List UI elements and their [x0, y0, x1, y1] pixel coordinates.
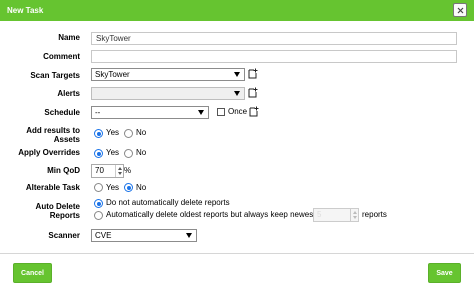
min-qod-stepper[interactable]: 70	[91, 164, 124, 178]
scanner-select[interactable]: CVE	[91, 229, 197, 242]
scanner-value: CVE	[95, 231, 112, 240]
min-qod-label: Min QoD	[47, 166, 80, 175]
apply-overrides-yes-radio[interactable]	[94, 149, 103, 158]
alterable-task-label: Alterable Task	[25, 183, 80, 192]
apply-overrides-no-label: No	[136, 148, 147, 157]
scan-targets-value: SkyTower	[95, 70, 130, 79]
chevron-down-icon	[186, 233, 192, 238]
add-results-yes-radio[interactable]	[94, 129, 103, 138]
stepper-arrows-icon[interactable]	[115, 165, 123, 177]
add-results-no-radio[interactable]	[124, 129, 133, 138]
alterable-task-no-radio[interactable]	[124, 183, 133, 192]
auto-delete-label: Auto Delete Reports	[36, 202, 80, 220]
auto-delete-label-line1: Auto Delete	[35, 202, 80, 211]
cancel-button[interactable]: Cancel	[13, 263, 52, 283]
chevron-down-icon	[234, 91, 240, 96]
auto-delete-none-label: Do not automatically delete reports	[106, 198, 230, 207]
stepper-arrows-icon[interactable]	[350, 209, 358, 221]
alterable-task-yes-radio[interactable]	[94, 183, 103, 192]
add-results-label-line2: Assets	[53, 135, 80, 144]
min-qod-unit: %	[124, 166, 132, 175]
name-label: Name	[58, 33, 80, 42]
footer-divider	[0, 253, 474, 254]
apply-overrides-label: Apply Overrides	[18, 148, 80, 157]
auto-delete-none-radio[interactable]	[94, 199, 103, 208]
alterable-task-no-label: No	[136, 183, 147, 192]
dialog-titlebar: New Task	[0, 0, 474, 21]
scanner-label: Scanner	[48, 231, 80, 240]
schedule-once-label: Once	[228, 107, 248, 116]
save-button[interactable]: Save	[428, 263, 461, 283]
auto-delete-keep-radio[interactable]	[94, 211, 103, 220]
new-icon[interactable]	[249, 106, 259, 117]
comment-label: Comment	[43, 52, 80, 61]
auto-delete-keep-stepper[interactable]: 5	[313, 208, 359, 222]
dialog-title: New Task	[7, 6, 44, 15]
new-icon[interactable]	[248, 68, 258, 79]
add-results-label: Add results to Assets	[26, 126, 80, 144]
alerts-label: Alerts	[57, 89, 80, 98]
alterable-task-yes-label: Yes	[106, 183, 120, 192]
apply-overrides-no-radio[interactable]	[124, 149, 133, 158]
min-qod-value: 70	[95, 166, 104, 175]
scan-targets-label: Scan Targets	[30, 71, 80, 80]
alerts-select[interactable]	[91, 87, 245, 100]
auto-delete-keep-value: 5	[317, 210, 322, 219]
close-button[interactable]	[453, 3, 467, 17]
scan-targets-select[interactable]: SkyTower	[91, 68, 245, 81]
auto-delete-label-line2: Reports	[49, 211, 80, 220]
schedule-select[interactable]: --	[91, 106, 209, 119]
apply-overrides-yes-label: Yes	[106, 148, 120, 157]
schedule-value: --	[95, 108, 101, 117]
schedule-once-checkbox[interactable]	[217, 108, 225, 116]
auto-delete-keep-label: Automatically delete oldest reports but …	[106, 210, 316, 219]
new-icon[interactable]	[248, 87, 258, 98]
chevron-down-icon	[234, 72, 240, 77]
chevron-down-icon	[198, 110, 204, 115]
auto-delete-keep-unit: reports	[362, 210, 387, 219]
close-icon	[457, 7, 464, 14]
comment-input[interactable]	[91, 50, 457, 63]
schedule-label: Schedule	[44, 108, 80, 117]
add-results-label-line1: Add results to	[26, 126, 80, 135]
add-results-no-label: No	[136, 128, 147, 137]
add-results-yes-label: Yes	[106, 128, 120, 137]
name-input[interactable]: SkyTower	[91, 32, 457, 45]
